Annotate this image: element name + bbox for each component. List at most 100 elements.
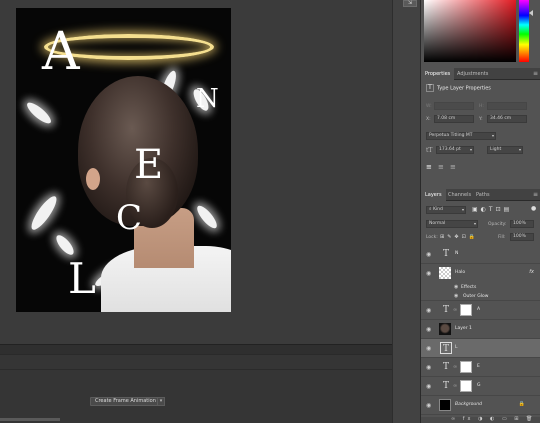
outer-glow-label: Outer Glow: [463, 294, 489, 299]
tab-channels[interactable]: Channels: [444, 189, 475, 201]
h-label: H:: [479, 104, 484, 109]
blend-mode-select[interactable]: Normal ▾: [426, 220, 478, 228]
create-frame-animation-button[interactable]: Create Frame Animation: [90, 397, 161, 406]
layer-name: E: [477, 364, 480, 369]
outer-glow-row[interactable]: ◉ Outer Glow: [421, 292, 540, 301]
eye-icon[interactable]: ◉: [426, 251, 431, 258]
link-icon[interactable]: ∞: [453, 383, 457, 389]
photoshop-window: A N E C L Create Frame Animation ▾ ⇲ Pro…: [0, 0, 540, 423]
font-size-value: 173.64 pt: [439, 147, 461, 152]
layer-filter-select[interactable]: ⌕ Kind ▾: [426, 206, 466, 214]
panel-menu-icon[interactable]: ≡: [533, 191, 538, 198]
link-icon[interactable]: ∞: [453, 364, 457, 370]
align-center-icon[interactable]: ≡: [438, 163, 444, 171]
properties-title: Type Layer Properties: [437, 85, 491, 92]
w-field[interactable]: [434, 102, 474, 110]
align-left-icon[interactable]: ≡: [426, 163, 432, 171]
eye-icon[interactable]: ◉: [426, 364, 431, 371]
lock-option-icons[interactable]: ⊞✎✥⊡🔒: [440, 234, 478, 240]
letter-c: C: [116, 198, 143, 238]
layer-row-l[interactable]: ◉ T L: [421, 339, 540, 358]
color-picker-field[interactable]: [424, 0, 516, 62]
layer-actions-icons[interactable]: ∞ fx ◑ ◐ ▭ ⊞ 🗑: [451, 416, 535, 422]
lock-icon[interactable]: 🔒: [519, 401, 525, 407]
fill-field[interactable]: 100%: [510, 233, 534, 241]
tab-adjustments[interactable]: Adjustments: [453, 68, 492, 80]
letter-e: E: [134, 142, 164, 188]
chevron-down-icon: ▾: [473, 221, 476, 226]
filter-kind-value: Kind: [432, 207, 443, 212]
text-layer-thumb: T: [442, 249, 449, 259]
canvas-area[interactable]: A N E C L: [0, 0, 392, 344]
x-field[interactable]: 7.08 cm: [434, 115, 474, 123]
chevron-down-icon[interactable]: ▾: [157, 397, 165, 406]
blend-mode-value: Normal: [429, 221, 446, 226]
layer-row-g[interactable]: ◉ T ∞ G: [421, 377, 540, 396]
eye-icon[interactable]: ◉: [426, 383, 431, 390]
image-layer-thumb: [439, 323, 451, 335]
font-family-select[interactable]: Perpetua Titling MT ▾: [426, 132, 496, 140]
layers-list: ◉ T N ◉ Halo fx ◉ Effects ◉ Outer Glow ◉…: [421, 249, 540, 417]
hue-slider-handle[interactable]: [529, 10, 533, 16]
h-field[interactable]: [487, 102, 527, 110]
properties-tabbar: Properties Adjustments ≡: [421, 68, 540, 80]
layer-mask-thumb[interactable]: [460, 380, 472, 392]
layer-name: L: [455, 345, 458, 350]
layer-mask-thumb[interactable]: [460, 304, 472, 316]
text-layer-thumb: T: [442, 305, 449, 315]
filter-type-icons[interactable]: ▣◐T⊡▤: [472, 206, 512, 213]
transparent-layer-thumb: [439, 267, 451, 279]
text-layer-thumb: T: [442, 362, 449, 372]
layer-name: N: [455, 251, 459, 256]
eye-icon[interactable]: ◉: [426, 326, 431, 333]
layer-row-n[interactable]: ◉ T N: [421, 245, 540, 264]
eye-icon[interactable]: ◉: [454, 284, 458, 290]
eye-icon[interactable]: ◉: [454, 293, 458, 299]
w-label: W:: [426, 104, 432, 109]
y-field[interactable]: 34.46 cm: [487, 115, 527, 123]
tab-properties[interactable]: Properties: [421, 68, 455, 80]
tab-paths[interactable]: Paths: [472, 189, 494, 201]
fx-icon[interactable]: fx: [529, 269, 534, 275]
effects-label: Effects: [461, 285, 477, 290]
background-layer-thumb: [439, 399, 451, 411]
panel-menu-icon[interactable]: ≡: [533, 70, 538, 77]
opacity-field[interactable]: 100%: [510, 220, 534, 228]
properties-header: T Type Layer Properties: [426, 84, 536, 94]
x-label: X:: [426, 117, 431, 122]
font-style-value: Light: [490, 147, 502, 152]
font-size-icon: tT: [426, 147, 433, 154]
layer-name: G: [477, 383, 481, 388]
eye-icon[interactable]: ◉: [426, 345, 431, 352]
timeline-scrollbar[interactable]: [0, 418, 60, 421]
woman-ear: [86, 168, 100, 190]
eye-icon[interactable]: ◉: [426, 307, 431, 314]
layer-row-layer-1[interactable]: ◉ Layer 1: [421, 320, 540, 339]
text-layer-thumb: T: [442, 381, 449, 391]
layer-row-a[interactable]: ◉ T ∞ A: [421, 301, 540, 320]
font-size-select[interactable]: 173.64 pt ▾: [436, 146, 474, 154]
feather-shape: [27, 193, 61, 233]
text-layer-thumb: T: [440, 342, 452, 354]
font-style-select[interactable]: Light ▾: [487, 146, 523, 154]
hue-slider[interactable]: [519, 0, 529, 62]
layer-row-halo[interactable]: ◉ Halo fx: [421, 264, 540, 284]
align-right-icon[interactable]: ≡: [450, 163, 456, 171]
expand-panels-icon[interactable]: ⇲: [403, 0, 417, 7]
document-canvas[interactable]: A N E C L: [16, 8, 231, 312]
layer-name: A: [477, 307, 481, 312]
filter-toggle-icon[interactable]: ●: [531, 205, 536, 212]
eye-icon[interactable]: ◉: [426, 270, 431, 277]
timeline-panel: Create Frame Animation ▾: [0, 354, 392, 423]
eye-icon[interactable]: ◉: [426, 402, 431, 409]
layer-row-background[interactable]: ◉ Background 🔒: [421, 396, 540, 415]
panel-dock-gutter: [392, 0, 420, 423]
type-layer-icon: T: [426, 84, 434, 92]
chevron-down-icon: ▾: [491, 133, 494, 138]
layer-mask-thumb[interactable]: [460, 361, 472, 373]
layer-row-e[interactable]: ◉ T ∞ E: [421, 358, 540, 377]
effects-row[interactable]: ◉ Effects: [421, 283, 540, 292]
tab-layers[interactable]: Layers: [421, 189, 446, 201]
link-icon[interactable]: ∞: [453, 307, 457, 313]
chevron-down-icon: ▾: [469, 147, 472, 152]
